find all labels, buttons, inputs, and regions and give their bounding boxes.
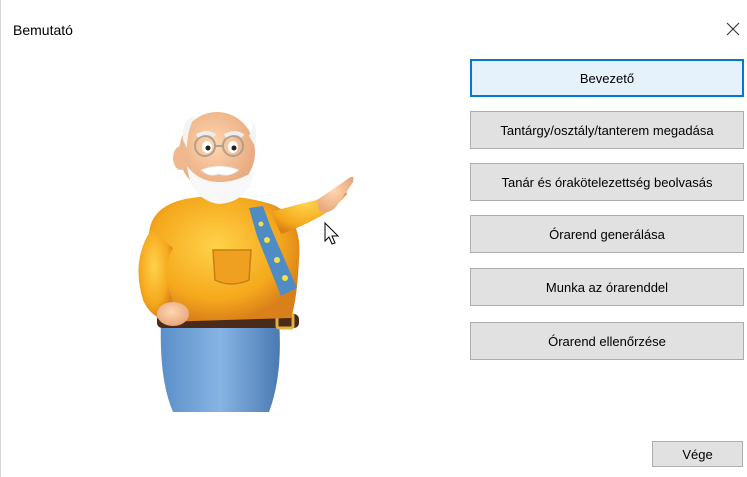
close-button[interactable] [718,14,747,44]
mouse-pointer-icon [324,222,340,245]
intro-button[interactable]: Bevezető [470,59,744,97]
teacher-mascot-illustration [138,112,354,412]
presentation-window: Bemutató Bevezető Tantárgy/osztály/tante… [0,0,747,477]
window-title: Bemutató [13,22,73,38]
title-bar: Bemutató [1,0,747,44]
subject-class-room-button[interactable]: Tantárgy/osztály/tanterem megadása [470,111,744,149]
exit-button[interactable]: Vége [652,441,743,467]
close-icon [726,22,740,36]
teacher-import-button[interactable]: Tanár és órakötelezettség beolvasás [470,163,744,201]
timetable-check-button[interactable]: Órarend ellenőrzése [470,322,744,360]
timetable-work-button[interactable]: Munka az órarenddel [470,268,744,306]
timetable-generate-button[interactable]: Órarend generálása [470,215,744,253]
